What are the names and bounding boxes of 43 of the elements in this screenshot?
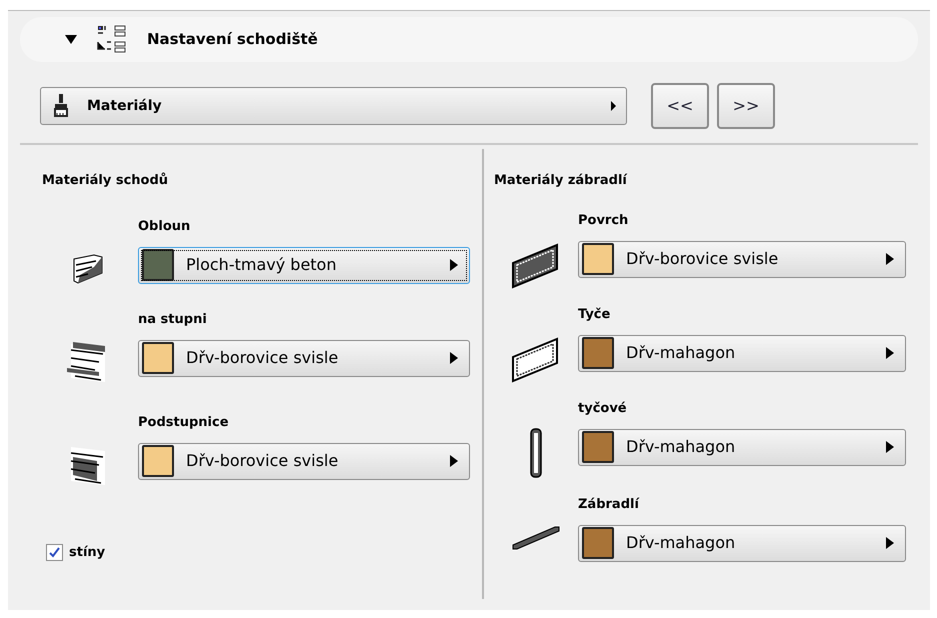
caret-icon <box>611 101 616 111</box>
material-name: Dřv-mahagon <box>626 436 736 458</box>
material-label: Podstupnice <box>138 414 230 432</box>
material-name: Dřv-mahagon <box>626 532 736 554</box>
material-dropdown[interactable]: Dřv-mahagon <box>578 524 906 562</box>
caret-icon <box>450 259 458 271</box>
column-heading: Materiály zábradlí <box>494 172 628 190</box>
caret-icon <box>886 441 894 453</box>
material-dropdown[interactable]: Dřv-mahagon <box>578 334 906 372</box>
material-dropdown[interactable]: Dřv-borovice svisle <box>138 442 470 480</box>
disclosure-triangle-icon[interactable] <box>65 34 77 44</box>
material-dropdown[interactable]: Ploch-tmavý beton <box>138 246 470 284</box>
material-dropdown[interactable]: Dřv-mahagon <box>578 428 906 466</box>
caret-icon <box>450 455 458 467</box>
material-label: Povrch <box>578 212 630 230</box>
settings-list-icon <box>97 24 127 54</box>
checkbox-label: stíny <box>69 544 106 562</box>
material-name: Ploch-tmavý beton <box>186 254 338 276</box>
material-name: Dřv-borovice svisle <box>626 248 780 270</box>
material-label: na stupni <box>138 310 208 328</box>
checkmark-icon <box>49 546 60 558</box>
page-dropdown[interactable]: Materiály <box>40 87 627 125</box>
material-label: Tyče <box>578 306 612 324</box>
material-name: Dřv-borovice svisle <box>186 450 340 472</box>
checkbox[interactable] <box>46 544 63 561</box>
nav-button[interactable]: << <box>651 83 709 129</box>
caret-icon <box>886 253 894 265</box>
caret-icon <box>886 537 894 549</box>
material-name: Dřv-mahagon <box>626 342 736 364</box>
material-label: Obloun <box>138 218 192 236</box>
material-name: Dřv-borovice svisle <box>186 347 340 369</box>
column-heading: Materiály schodů <box>42 172 170 190</box>
material-label: Zábradlí <box>578 496 640 514</box>
section-header[interactable]: Nastavení schodiště <box>20 17 918 62</box>
material-label: tyčové <box>578 400 628 418</box>
paintbrush-icon <box>51 94 71 118</box>
nav-button[interactable]: >> <box>717 83 775 129</box>
material-dropdown[interactable]: Dřv-borovice svisle <box>578 240 906 278</box>
caret-icon <box>886 347 894 359</box>
caret-icon <box>450 352 458 364</box>
page-name: Materiály <box>87 96 163 116</box>
material-dropdown[interactable]: Dřv-borovice svisle <box>138 340 470 376</box>
section-title: Nastavení schodiště <box>147 29 318 50</box>
